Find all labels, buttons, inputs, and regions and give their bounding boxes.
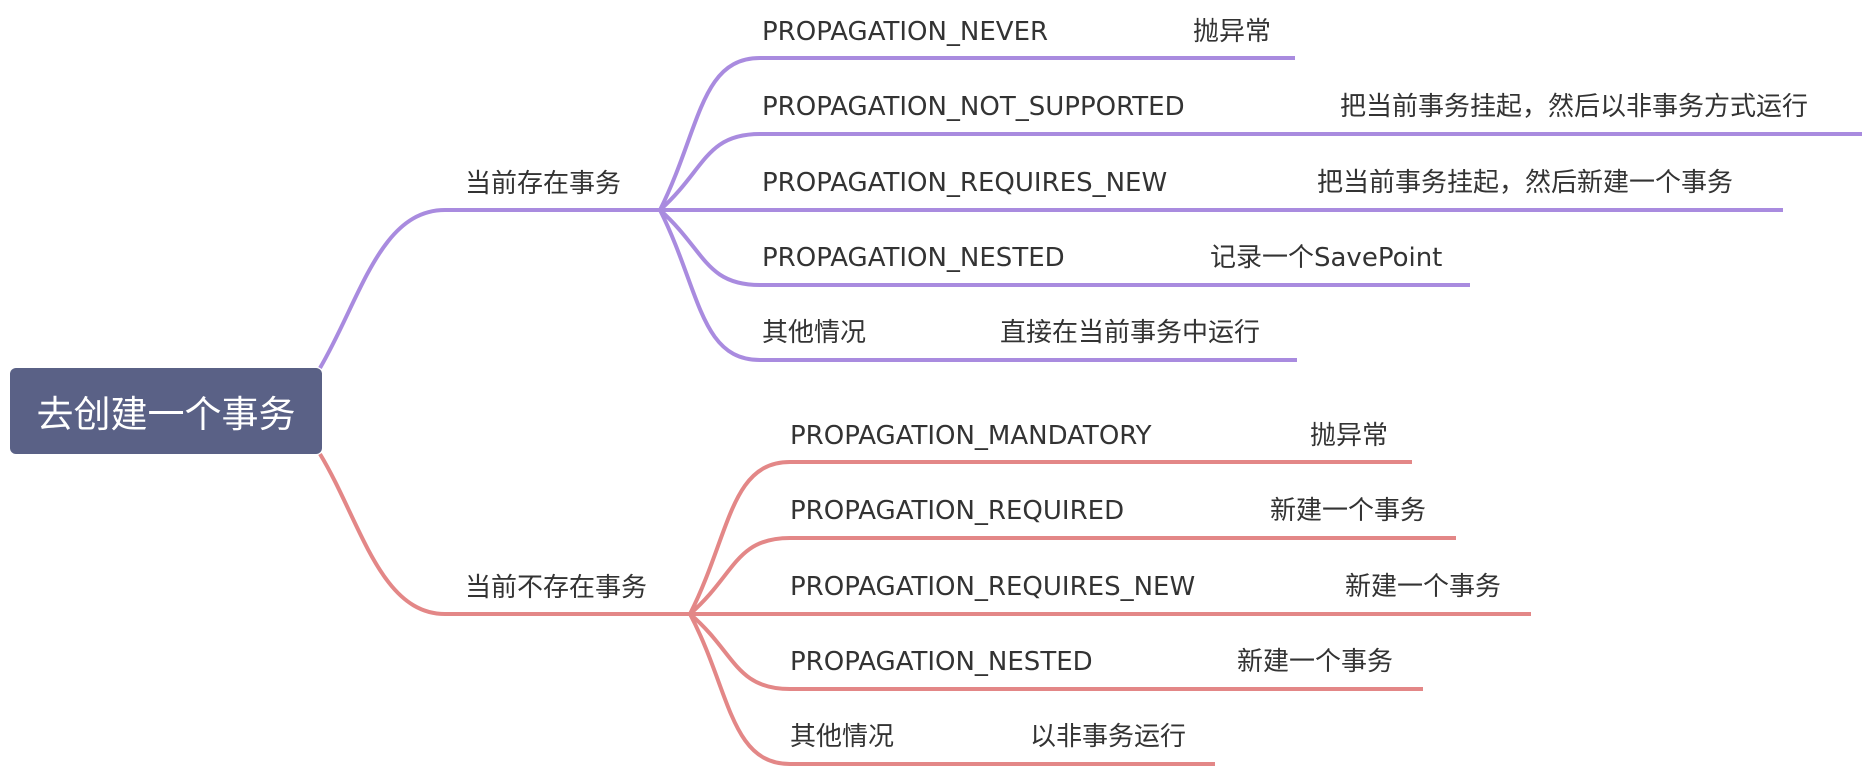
leaf-key[interactable]: 其他情况	[762, 320, 866, 346]
connector-root-to-branch-1	[318, 208, 660, 370]
leaf-key[interactable]: PROPAGATION_NOT_SUPPORTED	[762, 94, 1185, 120]
root-node[interactable]: 去创建一个事务	[10, 368, 322, 454]
leaf-key[interactable]: PROPAGATION_REQUIRES_NEW	[790, 574, 1195, 600]
leaf-key[interactable]: PROPAGATION_NESTED	[790, 649, 1093, 675]
root-node-label: 去创建一个事务	[36, 393, 296, 436]
leaf-value: 记录一个SavePoint	[1210, 243, 1443, 273]
branch-label-exists[interactable]: 当前存在事务	[465, 171, 621, 197]
leaf-value: 抛异常	[1193, 17, 1272, 47]
leaf-value: 抛异常	[1310, 421, 1389, 451]
leaf-key[interactable]: PROPAGATION_MANDATORY	[790, 423, 1152, 449]
leaf-key[interactable]: PROPAGATION_REQUIRED	[790, 498, 1124, 524]
leaf-key[interactable]: PROPAGATION_NESTED	[762, 245, 1065, 271]
leaf-value: 直接在当前事务中运行	[1000, 318, 1261, 348]
leaf-value: 新建一个事务	[1345, 572, 1502, 602]
leaf-value: 新建一个事务	[1237, 647, 1394, 677]
leaf-key[interactable]: PROPAGATION_REQUIRES_NEW	[762, 170, 1167, 196]
leaf-value: 新建一个事务	[1270, 496, 1427, 526]
leaf-key[interactable]: PROPAGATION_NEVER	[762, 19, 1048, 45]
branch-label-not-exists[interactable]: 当前不存在事务	[465, 575, 647, 601]
leaf-key[interactable]: 其他情况	[790, 724, 894, 750]
leaf-value: 以非事务运行	[1030, 722, 1187, 752]
leaf-value: 把当前事务挂起，然后以非事务方式运行	[1340, 92, 1809, 122]
leaf-value: 把当前事务挂起，然后新建一个事务	[1317, 168, 1734, 198]
